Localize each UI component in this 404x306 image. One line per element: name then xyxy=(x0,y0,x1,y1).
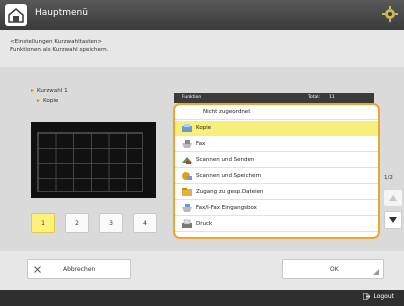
page-title: Hauptmenü xyxy=(35,8,88,18)
ok-button[interactable]: OK xyxy=(282,259,384,279)
cancel-button[interactable]: Abbrechen xyxy=(27,259,131,279)
arrow-icon: ▸ xyxy=(31,87,35,94)
scan-send-icon xyxy=(181,155,193,165)
gear-icon[interactable] xyxy=(382,6,398,22)
function-list: Nicht zugeordnet Kopie Fax Scannen und S… xyxy=(173,103,380,239)
list-item-stored-files[interactable]: Zugang zu gesp.Dateien xyxy=(175,185,378,200)
logout-icon xyxy=(363,293,371,300)
list-header: Funktion Total: 11 xyxy=(174,93,374,103)
shortcut-tree: ▸ Kurzwahl 1 ▸ Kopie xyxy=(31,86,68,106)
page-button-2[interactable]: 2 xyxy=(65,213,89,233)
page-button-4[interactable]: 4 xyxy=(133,213,157,233)
arrow-down-icon xyxy=(389,217,397,223)
page-button-3[interactable]: 3 xyxy=(99,213,123,233)
cancel-label: Abbrechen xyxy=(63,266,96,273)
instruction-line-1: <Einstellungen Kurzwahltasten> xyxy=(10,39,103,45)
corner-icon xyxy=(373,269,379,275)
list-item-scan-send[interactable]: Scannen und Senden xyxy=(175,153,378,168)
instruction-line-2: Funktionen als Kurzwahl speichern. xyxy=(10,47,109,53)
fax-icon xyxy=(181,139,193,149)
copy-icon xyxy=(181,123,193,133)
close-icon xyxy=(34,266,41,273)
list-item-copy[interactable]: Kopie xyxy=(175,121,378,136)
home-icon xyxy=(8,7,24,23)
status-bar: Logout xyxy=(0,290,404,306)
list-item-fax[interactable]: Fax xyxy=(175,137,378,152)
arrow-icon: ▸ xyxy=(37,97,41,104)
list-item-scan-store[interactable]: Scannen und Speichern xyxy=(175,169,378,184)
top-bar: Hauptmenü xyxy=(0,0,404,30)
ok-label: OK xyxy=(330,266,339,273)
shortcut-preview xyxy=(31,122,156,198)
list-item-fax-inbox[interactable]: Fax/I-Fax Eingangsbox xyxy=(175,201,378,216)
page-button-1[interactable]: 1 xyxy=(31,213,55,233)
list-header-function: Funktion xyxy=(182,95,202,100)
fax-inbox-icon xyxy=(181,203,193,213)
tree-child: ▸ Kopie xyxy=(37,97,59,104)
list-item-print[interactable]: Druck xyxy=(175,217,378,232)
scroll-down-button[interactable] xyxy=(384,211,402,229)
preview-grid xyxy=(37,132,143,192)
print-icon xyxy=(181,219,193,229)
tree-parent: ▸ Kurzwahl 1 xyxy=(31,87,68,94)
instructions: <Einstellungen Kurzwahltasten> Funktione… xyxy=(10,38,109,54)
list-header-total: Total: xyxy=(308,95,321,100)
logout-label: Logout xyxy=(373,293,394,300)
page-indicator: 1/2 xyxy=(384,175,393,181)
stored-files-icon xyxy=(181,187,193,197)
list-item-unassigned[interactable]: Nicht zugeordnet xyxy=(175,105,378,120)
list-header-count: 11 xyxy=(329,95,335,100)
logout-button[interactable]: Logout xyxy=(363,293,394,300)
arrow-up-icon xyxy=(389,195,397,201)
scan-store-icon xyxy=(181,171,193,181)
scroll-up-button[interactable] xyxy=(384,190,402,206)
home-button[interactable] xyxy=(5,4,27,26)
